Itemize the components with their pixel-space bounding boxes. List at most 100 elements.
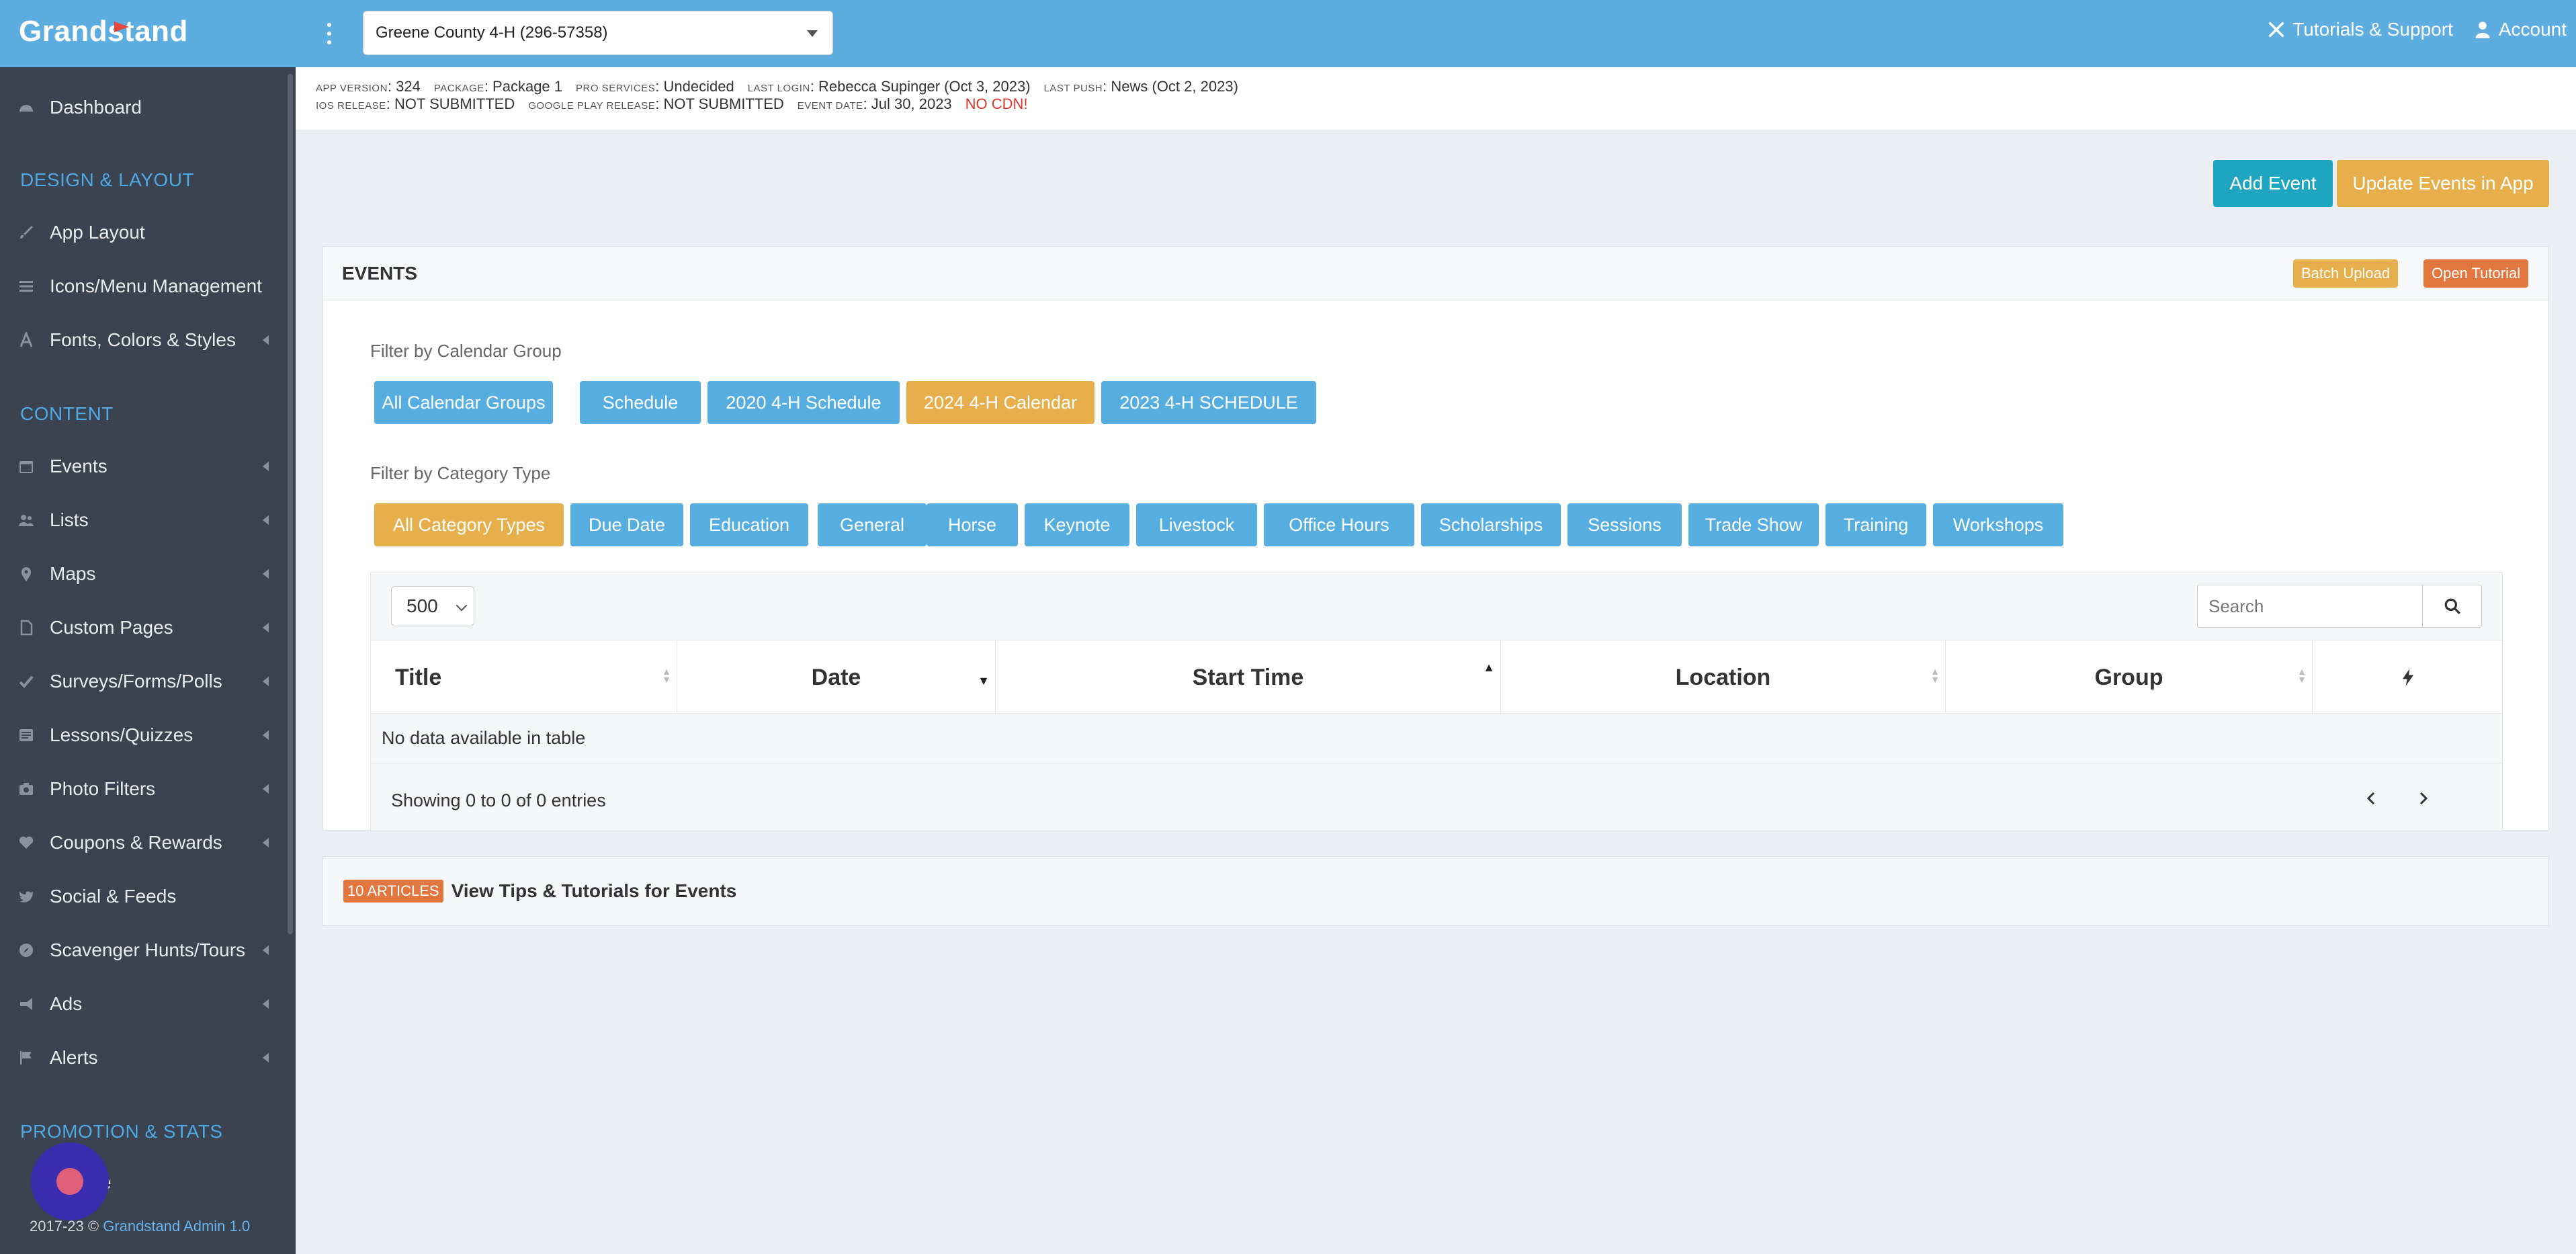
page-length-value: 500 [406, 595, 438, 616]
account-label: Account [2498, 19, 2567, 40]
sidebar-item-app-layout[interactable]: App Layout [0, 212, 289, 253]
flag-icon [17, 1049, 35, 1067]
calendar-group-filter-button[interactable]: 2020 4-H Schedule [707, 381, 900, 424]
sidebar-item-dashboard[interactable]: Dashboard [0, 87, 289, 128]
category-type-filter-button[interactable]: Horse [927, 503, 1018, 546]
column-location[interactable]: Location ▲ ▼ [1501, 640, 1946, 714]
category-type-filter-button[interactable]: Sessions [1568, 503, 1682, 546]
page-length-select[interactable]: 500 [391, 586, 474, 626]
sidebar-item-ads[interactable]: Ads [0, 984, 289, 1024]
calendar-filter-label: Filter by Calendar Group [370, 341, 562, 361]
calendar-group-filter-button[interactable]: 2023 4-H SCHEDULE [1101, 381, 1316, 424]
category-type-filter-button[interactable]: Office Hours [1264, 503, 1414, 546]
category-type-filter-button[interactable]: Workshops [1933, 503, 2063, 546]
add-event-button[interactable]: Add Event [2213, 160, 2333, 207]
batch-upload-button[interactable]: Batch Upload [2293, 259, 2399, 288]
info-key: App Version [316, 83, 388, 94]
panel-header: EVENTS Batch Upload Open Tutorial [323, 247, 2548, 300]
info-value: 324 [396, 78, 421, 95]
category-type-filter-button[interactable]: Training [1826, 503, 1926, 546]
open-tutorial-button[interactable]: Open Tutorial [2423, 259, 2529, 288]
users-icon [17, 511, 35, 529]
sidebar-item-label: App Layout [50, 222, 145, 243]
check-icon [17, 673, 35, 690]
calendar-group-filter-button[interactable]: 2024 4-H Calendar [906, 381, 1094, 424]
file-icon [17, 619, 35, 636]
category-type-filter-button[interactable]: Livestock [1136, 503, 1257, 546]
category-type-filter-button[interactable]: Education [690, 503, 808, 546]
sidebar-item-label: Ads [50, 993, 83, 1014]
tools-icon [2269, 22, 2284, 38]
chevron-left-icon [263, 946, 269, 955]
sidebar-item-alerts[interactable]: Alerts [0, 1038, 289, 1078]
sidebar-item-fonts-colors[interactable]: Fonts, Colors & Styles [0, 320, 289, 360]
category-type-filter-button[interactable]: General [818, 503, 927, 546]
sidebar-item-lists[interactable]: Lists [0, 500, 289, 540]
sidebar-item-events[interactable]: Events [0, 446, 289, 487]
chevron-right-icon [2419, 792, 2428, 805]
sidebar-item-lessons[interactable]: Lessons/Quizzes [0, 715, 289, 755]
category-type-filter-button[interactable]: Keynote [1025, 503, 1129, 546]
articles-count-badge: 10 ARTICLES [343, 880, 443, 903]
search-icon [2444, 598, 2460, 614]
sidebar-item-scavenger[interactable]: Scavenger Hunts/Tours [0, 930, 289, 970]
column-actions [2313, 640, 2503, 714]
chevron-left-icon [263, 623, 269, 632]
app-selector[interactable]: Greene County 4-H (296-57358) [363, 11, 833, 55]
sidebar-item-label: Scavenger Hunts/Tours [50, 939, 246, 960]
sidebar-item-social[interactable]: Social & Feeds [0, 876, 289, 917]
admin-version-link[interactable]: Grandstand Admin 1.0 [103, 1218, 250, 1235]
previous-page-button[interactable] [2358, 785, 2385, 812]
next-page-button[interactable] [2409, 785, 2436, 812]
sidebar-item-surveys[interactable]: Surveys/Forms/Polls [0, 661, 289, 702]
chevron-left-icon [263, 569, 269, 579]
search-input[interactable] [2198, 585, 2422, 627]
tips-tutorials-link[interactable]: View Tips & Tutorials for Events [452, 880, 737, 902]
logo-flag-icon [114, 22, 129, 32]
info-item: Last Login: Rebecca Supinger (Oct 3, 202… [747, 78, 1031, 95]
brush-icon [17, 224, 35, 241]
chevron-left-icon [263, 335, 269, 345]
sidebar-item-custom-pages[interactable]: Custom Pages [0, 608, 289, 648]
info-key: Pro Services [576, 83, 656, 94]
calendar-group-filter-button[interactable]: Schedule [580, 381, 701, 424]
sidebar-item-coupons[interactable]: Coupons & Rewards [0, 823, 289, 863]
twitter-icon [17, 888, 35, 905]
info-value: NOT SUBMITTED [394, 95, 515, 112]
category-type-filter-button[interactable]: Scholarships [1421, 503, 1561, 546]
search-button[interactable] [2422, 585, 2481, 627]
sidebar-item-maps[interactable]: Maps [0, 554, 289, 594]
column-start-time[interactable]: Start Time ▲ [996, 640, 1501, 714]
chevron-left-icon [263, 462, 269, 471]
app-info-bar: App Version: 324 Package: Package 1 Pro Se… [296, 67, 2576, 130]
sidebar-item-label: Icons/Menu Management [50, 276, 262, 296]
kebab-menu-icon[interactable] [324, 20, 335, 47]
sidebar: Dashboard DESIGN & LAYOUT App Layout Ico… [0, 67, 296, 1254]
chevron-left-icon [263, 677, 269, 686]
chevron-left-icon [263, 838, 269, 847]
tips-tutorials-bar[interactable]: 10 ARTICLES View Tips & Tutorials for Ev… [323, 856, 2549, 926]
column-group[interactable]: Group ▲ ▼ [1946, 640, 2313, 714]
column-label: Date [811, 664, 861, 690]
chat-widget-button[interactable] [31, 1142, 109, 1220]
column-title[interactable]: Title ▲ ▼ [371, 640, 677, 714]
section-promotion-stats: PROMOTION & STATS [20, 1121, 223, 1142]
grandstand-logo[interactable]: Grandstand [19, 15, 188, 55]
app-selector-value: Greene County 4-H (296-57358) [376, 24, 608, 42]
calendar-group-filter-button[interactable]: All Calendar Groups [374, 381, 553, 424]
sidebar-item-icons-menu[interactable]: Icons/Menu Management [0, 266, 289, 306]
category-type-filter-button[interactable]: Due Date [570, 503, 683, 546]
tutorials-support-link[interactable]: Tutorials & Support [2267, 19, 2453, 40]
column-date[interactable]: Date ▼ [677, 640, 996, 714]
sort-asc-icon: ▲ [1483, 661, 1495, 674]
chevron-left-icon [263, 730, 269, 740]
sidebar-item-photo-filters[interactable]: Photo Filters [0, 769, 289, 809]
info-value: News (Oct 2, 2023) [1111, 78, 1238, 95]
update-events-button[interactable]: Update Events in App [2337, 160, 2549, 207]
sidebar-item-label: Fonts, Colors & Styles [50, 329, 236, 350]
category-type-filter-button[interactable]: All Category Types [374, 503, 564, 546]
sort-icon: ▲ ▼ [1930, 666, 1940, 685]
font-icon [17, 331, 35, 349]
account-link[interactable]: Account [2473, 19, 2567, 40]
category-type-filter-button[interactable]: Trade Show [1688, 503, 1819, 546]
